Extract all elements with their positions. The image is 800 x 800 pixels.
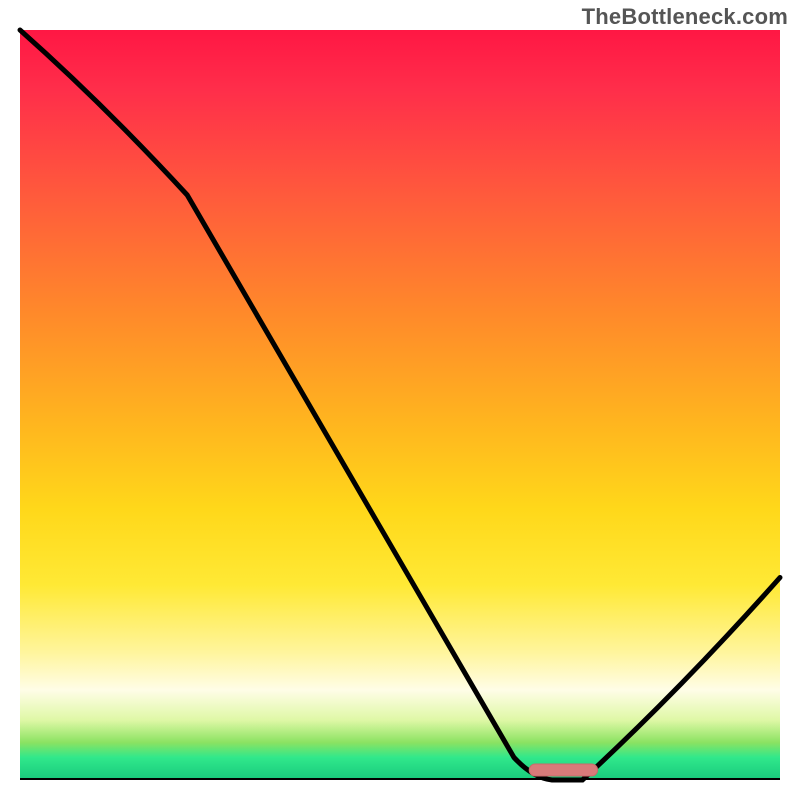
- chart-overlay: [20, 30, 780, 780]
- minimum-marker: [529, 764, 597, 776]
- watermark-text: TheBottleneck.com: [582, 4, 788, 30]
- chart-container: TheBottleneck.com: [0, 0, 800, 800]
- plot-area: [20, 30, 780, 780]
- bottleneck-curve: [20, 30, 780, 780]
